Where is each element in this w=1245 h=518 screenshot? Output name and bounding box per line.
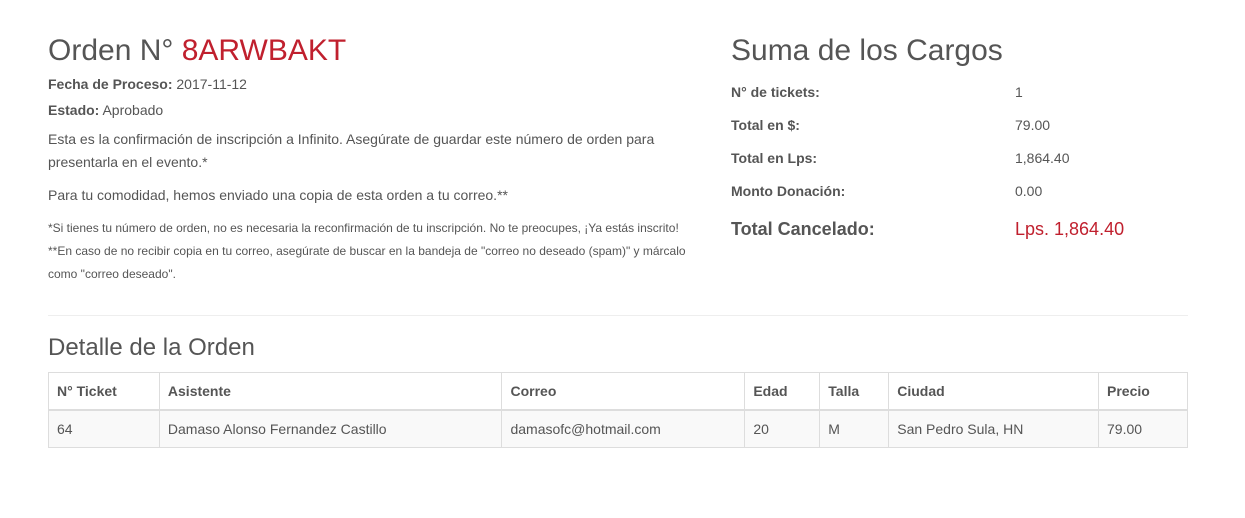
- total-value: Lps. 1,864.40: [1015, 219, 1125, 239]
- confirmation-message: Esta es la confirmación de inscripción a…: [48, 131, 655, 170]
- column-header-price: Precio: [1098, 372, 1188, 411]
- order-detail-table: N° Ticket Asistente Correo Edad Talla Ci…: [48, 372, 1188, 448]
- total-label: Total Cancelado:: [731, 219, 875, 239]
- column-header-age: Edad: [744, 372, 821, 411]
- summary-row-total-usd: Total en $: 79.00: [731, 109, 1188, 142]
- column-header-attendee: Asistente: [158, 372, 503, 411]
- process-date: Fecha de Proceso: 2017-11-12: [48, 74, 688, 94]
- footnote-reconfirmation: *Si tienes tu número de orden, no es nec…: [48, 221, 679, 235]
- status-value: Aprobado: [102, 102, 164, 118]
- cell-age: 20: [744, 409, 821, 448]
- cell-price: 79.00: [1098, 409, 1188, 448]
- column-header-city: Ciudad: [888, 372, 1099, 411]
- cell-city: San Pedro Sula, HN: [888, 409, 1099, 448]
- summary-value: 1,864.40: [1015, 150, 1070, 166]
- detail-title: Detalle de la Orden: [48, 334, 255, 361]
- summary-row-donation: Monto Donación: 0.00: [731, 175, 1188, 208]
- cell-size: M: [819, 409, 890, 448]
- column-header-email: Correo: [501, 372, 746, 411]
- order-number: 8ARWBAKT: [181, 34, 347, 67]
- column-header-ticket: N° Ticket: [48, 372, 160, 411]
- summary-label: Total en $:: [731, 117, 800, 133]
- summary-value: 0.00: [1015, 183, 1043, 199]
- process-date-label: Fecha de Proceso:: [48, 76, 173, 92]
- status-label: Estado:: [48, 102, 100, 118]
- summary-label: N° de tickets:: [731, 84, 820, 100]
- order-status: Estado: Aprobado: [48, 100, 688, 120]
- cell-attendee: Damaso Alonso Fernandez Castillo: [158, 409, 503, 448]
- summary-row-tickets: N° de tickets: 1: [731, 76, 1188, 109]
- cell-email: damasofc@hotmail.com: [501, 409, 746, 448]
- table-row: 64 Damaso Alonso Fernandez Castillo dama…: [48, 409, 1188, 448]
- summary-rows: N° de tickets: 1 Total en $: 79.00 Total…: [731, 76, 1188, 208]
- footnote-spam: **En caso de no recibir copia en tu corr…: [48, 244, 686, 281]
- section-divider: [48, 315, 1188, 316]
- order-title: Orden N° 8ARWBAKT: [48, 32, 688, 70]
- column-header-size: Talla: [819, 372, 890, 411]
- order-info-section: Orden N° 8ARWBAKT Fecha de Proceso: 2017…: [48, 32, 688, 286]
- summary-title: Suma de los Cargos: [731, 34, 1003, 67]
- summary-total-row: Total Cancelado: Lps. 1,864.40: [731, 216, 1188, 254]
- summary-value: 79.00: [1015, 117, 1051, 133]
- order-title-prefix: Orden N°: [48, 34, 174, 67]
- cell-ticket: 64: [48, 409, 160, 448]
- charges-summary-section: Suma de los Cargos N° de tickets: 1 Tota…: [731, 32, 1188, 254]
- table-header-row: N° Ticket Asistente Correo Edad Talla Ci…: [48, 372, 1188, 411]
- summary-row-total-lps: Total en Lps: 1,864.40: [731, 142, 1188, 175]
- process-date-value: 2017-11-12: [176, 76, 247, 92]
- summary-label: Total en Lps:: [731, 150, 818, 166]
- summary-label: Monto Donación:: [731, 183, 846, 199]
- summary-value: 1: [1015, 84, 1023, 100]
- email-copy-message: Para tu comodidad, hemos enviado una cop…: [48, 187, 508, 203]
